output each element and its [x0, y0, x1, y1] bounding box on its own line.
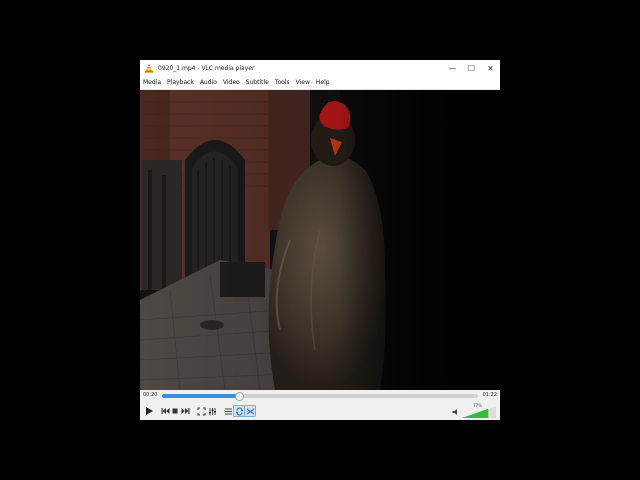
- total-time: 01:22: [482, 392, 497, 398]
- elapsed-time: 00:20: [143, 392, 158, 398]
- next-button[interactable]: [179, 405, 191, 417]
- menu-playback[interactable]: Playback: [164, 79, 197, 86]
- video-frame[interactable]: [140, 90, 500, 390]
- seek-handle[interactable]: [235, 392, 245, 401]
- menu-view[interactable]: View: [293, 79, 313, 86]
- minimize-button[interactable]: —: [443, 60, 462, 76]
- stop-icon: [172, 408, 178, 414]
- menu-subtitle[interactable]: Subtitle: [243, 79, 272, 86]
- play-button[interactable]: [143, 405, 155, 417]
- menu-tools[interactable]: Tools: [272, 79, 293, 86]
- next-icon: [181, 408, 189, 414]
- menu-help[interactable]: Help: [313, 79, 333, 86]
- menu-bar: Media Playback Audio Video Subtitle Tool…: [140, 76, 500, 90]
- random-button[interactable]: [244, 405, 256, 417]
- control-bar: 77%: [140, 402, 500, 420]
- close-button[interactable]: ✕: [481, 60, 500, 76]
- speaker-icon[interactable]: [452, 408, 460, 416]
- extended-settings-button[interactable]: [206, 405, 218, 417]
- extended-settings-icon: [208, 407, 216, 415]
- vlc-window: 0920_1.mp4 - VLC media player — ☐ ✕ Medi…: [140, 60, 500, 420]
- window-title: 0920_1.mp4 - VLC media player: [158, 64, 255, 72]
- seek-progress: [162, 394, 240, 398]
- menu-audio[interactable]: Audio: [197, 79, 220, 86]
- maximize-button[interactable]: ☐: [462, 60, 481, 76]
- random-icon: [246, 408, 254, 414]
- play-icon: [146, 407, 153, 415]
- volume-control[interactable]: 77%: [452, 403, 496, 418]
- title-bar[interactable]: 0920_1.mp4 - VLC media player — ☐ ✕: [140, 60, 500, 76]
- menu-media[interactable]: Media: [140, 79, 164, 86]
- seek-bar[interactable]: [162, 392, 478, 401]
- seek-row: 00:20 01:22: [140, 390, 500, 402]
- volume-slider[interactable]: [462, 406, 496, 418]
- loop-icon: [235, 407, 243, 415]
- fullscreen-icon: [197, 407, 205, 415]
- vlc-cone-icon: [145, 63, 153, 73]
- playlist-icon: [224, 408, 232, 414]
- menu-video[interactable]: Video: [220, 79, 243, 86]
